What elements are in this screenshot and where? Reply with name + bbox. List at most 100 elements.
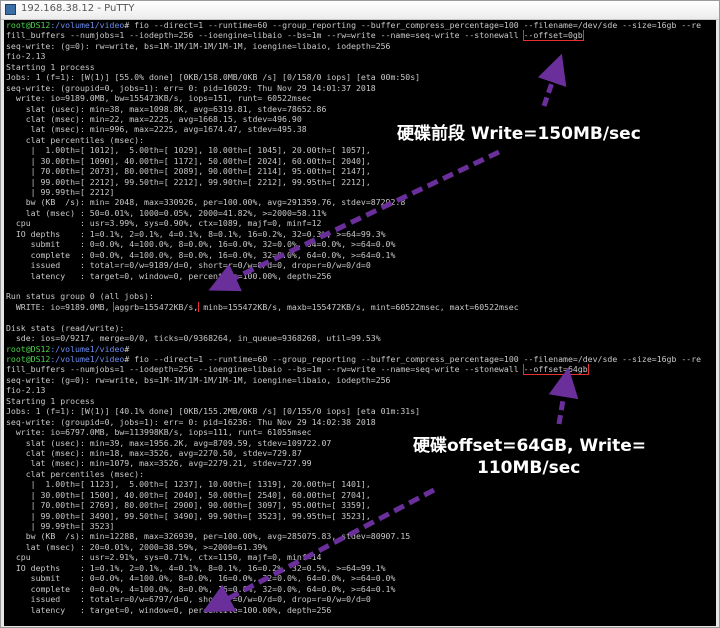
terminal-line: Starting 1 process bbox=[6, 396, 714, 406]
output-text: IO depths : 1=0.1%, 2=0.1%, 4=0.1%, 8=0.… bbox=[6, 228, 386, 239]
output-text: Disk stats (read/write): bbox=[6, 322, 125, 333]
terminal-line: | 99.00th=[ 2212], 99.50th=[ 2212], 99.9… bbox=[6, 177, 714, 187]
output-text: | 70.00th=[ 2073], 80.00th=[ 2089], 90.0… bbox=[6, 166, 371, 177]
terminal-line: root@DS12:/volume1/video# bbox=[6, 344, 714, 354]
annotation-front-write: 硬碟前段 Write=150MB/sec bbox=[397, 124, 641, 144]
terminal-line: write: io=9189.0MB, bw=155473KB/s, iops=… bbox=[6, 93, 714, 103]
terminal-line: | 99.00th=[ 3490], 99.50th=[ 3490], 99.9… bbox=[6, 511, 714, 521]
output-text: lat (msec) : 20=0.01%, 2000=38.59%, >=20… bbox=[6, 541, 268, 552]
title-bar[interactable]: 192.168.38.12 - PuTTY bbox=[1, 1, 719, 20]
output-text: lat (msec): min=1079, max=3526, avg=2279… bbox=[6, 458, 312, 469]
output-text: bw (KB /s): min= 2048, max=330926, per=1… bbox=[6, 197, 406, 208]
terminal-line: latency : target=0, window=0, percentile… bbox=[6, 605, 714, 615]
terminal-line: lat (msec) : 50=0.01%, 1000=0.05%, 2000=… bbox=[6, 208, 714, 218]
terminal-line: issued : total=r=0/w=9189/d=0, short=r=0… bbox=[6, 260, 714, 270]
terminal-line: submit : 0=0.0%, 4=100.0%, 8=0.0%, 16=0.… bbox=[6, 573, 714, 583]
output-text: cpu : usr=2.91%, sys=0.71%, ctx=1150, ma… bbox=[6, 552, 322, 563]
output-text: fio-2.13 bbox=[6, 51, 46, 62]
terminal-line: fio-2.13 bbox=[6, 385, 714, 395]
terminal-line: | 1.00th=[ 1123], 5.00th=[ 1237], 10.00t… bbox=[6, 479, 714, 489]
terminal-line: issued : total=r=0/w=6797/d=0, short=r=0… bbox=[6, 594, 714, 604]
terminal-line: slat (usec): min=38, max=1098.8K, avg=63… bbox=[6, 104, 714, 114]
output-text: seq-write: (groupid=0, jobs=1): err= 0: … bbox=[6, 416, 376, 427]
putty-app-icon bbox=[5, 4, 16, 15]
terminal-line: Starting 1 process bbox=[6, 62, 714, 72]
terminal-line: Jobs: 1 (f=1): [W(1)] [55.0% done] [0KB/… bbox=[6, 72, 714, 82]
prompt-user-host: root@DS12 bbox=[6, 354, 51, 364]
output-text: Jobs: 1 (f=1): [W(1)] [55.0% done] [0KB/… bbox=[6, 72, 421, 83]
output-text: | 30.00th=[ 1500], 40.00th=[ 2040], 50.0… bbox=[6, 489, 371, 500]
terminal-line: lat (msec): min=1079, max=3526, avg=2279… bbox=[6, 458, 714, 468]
prompt-path: :/volume1/video bbox=[50, 343, 125, 354]
annotation-offset-write-line1: 硬碟offset=64GB, Write= bbox=[413, 436, 646, 456]
output-text: | 99.99th=[ 2212] bbox=[6, 187, 115, 197]
output-text: clat percentiles (msec): bbox=[6, 134, 145, 145]
output-text: seq-write: (groupid=0, jobs=1): err= 0: … bbox=[6, 82, 376, 93]
terminal-line: lat (msec) : 20=0.01%, 2000=38.59%, >=20… bbox=[6, 542, 714, 552]
terminal-line: | 30.00th=[ 1090], 40.00th=[ 1172], 50.0… bbox=[6, 156, 714, 166]
terminal-line: | 30.00th=[ 1500], 40.00th=[ 2040], 50.0… bbox=[6, 490, 714, 500]
terminal-area[interactable]: root@DS12:/volume1/video# fio --direct=1… bbox=[4, 20, 716, 626]
output-text: lat (msec): min=996, max=2225, avg=1674.… bbox=[6, 124, 307, 135]
terminal-line: | 99.99th=[ 2212] bbox=[6, 187, 714, 197]
output-text: Run status group 0 (all jobs): bbox=[6, 291, 154, 302]
terminal-line: Disk stats (read/write): bbox=[6, 323, 714, 333]
terminal-output: root@DS12:/volume1/video# fio --direct=1… bbox=[6, 20, 714, 626]
prompt-path: :/volume1/video bbox=[50, 354, 125, 364]
terminal-line: IO depths : 1=0.1%, 2=0.1%, 4=0.1%, 8=0.… bbox=[6, 229, 714, 239]
output-text: clat (msec): min=18, max=3526, avg=2270.… bbox=[6, 447, 302, 458]
terminal-line: bw (KB /s): min=12288, max=326939, per=1… bbox=[6, 531, 714, 541]
output-text: latency : target=0, window=0, percentile… bbox=[6, 604, 332, 615]
output-text: | 99.00th=[ 3490], 99.50th=[ 3490], 99.9… bbox=[6, 510, 371, 521]
output-text: write: io=6797.0MB, bw=113998KB/s, iops=… bbox=[6, 427, 312, 438]
terminal-line: seq-write: (g=0): rw=write, bs=1M-1M/1M-… bbox=[6, 375, 714, 385]
terminal-line: root@DS12:/volume1/video# fio --direct=1… bbox=[6, 354, 714, 364]
terminal-line: cpu : usr=3.99%, sys=0.90%, ctx=1089, ma… bbox=[6, 218, 714, 228]
output-text: | 99.00th=[ 2212], 99.50th=[ 2212], 99.9… bbox=[6, 176, 371, 187]
output-text: IO depths : 1=0.1%, 2=0.1%, 4=0.1%, 8=0.… bbox=[6, 562, 386, 573]
terminal-line: sde: ios=0/9217, merge=0/0, ticks=0/9368… bbox=[6, 333, 714, 343]
command-text: # fio --direct=1 --runtime=60 --group_re… bbox=[124, 20, 702, 30]
terminal-line: root@DS12:/volume1/video# fio --direct=1… bbox=[6, 20, 714, 30]
output-text: fio-2.13 bbox=[6, 385, 46, 396]
terminal-line: Run status group 0 (all jobs): bbox=[6, 291, 714, 301]
terminal-line: WRITE: io=9189.0MB, aggrb=155472KB/s, mi… bbox=[6, 301, 714, 313]
terminal-line: cpu : usr=2.91%, sys=0.71%, ctx=1150, ma… bbox=[6, 552, 714, 562]
command-text: # bbox=[124, 343, 130, 354]
highlight-box: --offset=0gb bbox=[522, 30, 584, 41]
output-text: write: io=9189.0MB, bw=155473KB/s, iops=… bbox=[6, 93, 312, 104]
output-text: fill_buffers --numjobs=1 --iodepth=256 -… bbox=[6, 30, 524, 41]
output-text: slat (usec): min=38, max=1098.8K, avg=63… bbox=[6, 103, 327, 114]
output-text: | 30.00th=[ 1090], 40.00th=[ 1172], 50.0… bbox=[6, 155, 371, 166]
output-text: lat (msec) : 50=0.01%, 1000=0.05%, 2000=… bbox=[6, 207, 327, 218]
terminal-line: seq-write: (groupid=0, jobs=1): err= 0: … bbox=[6, 417, 714, 427]
output-text: complete : 0=0.0%, 4=100.0%, 8=0.0%, 16=… bbox=[6, 583, 396, 594]
terminal-line: fill_buffers --numjobs=1 --iodepth=256 -… bbox=[6, 30, 714, 41]
output-text: | 1.00th=[ 1123], 5.00th=[ 1237], 10.00t… bbox=[6, 479, 371, 490]
prompt-path: :/volume1/video bbox=[50, 20, 125, 30]
highlight-box: aggrb=155472KB/s, bbox=[113, 301, 200, 313]
output-text: | 70.00th=[ 2769], 80.00th=[ 2900], 90.0… bbox=[6, 500, 371, 511]
terminal-line: seq-write: (g=0): rw=write, bs=1M-1M/1M-… bbox=[6, 41, 714, 51]
output-text: submit : 0=0.0%, 4=100.0%, 8=0.0%, 16=0.… bbox=[6, 239, 396, 250]
output-text: submit : 0=0.0%, 4=100.0%, 8=0.0%, 16=0.… bbox=[6, 573, 396, 584]
output-text: WRITE: io=9189.0MB, bbox=[6, 301, 115, 312]
output-text: seq-write: (g=0): rw=write, bs=1M-1M/1M-… bbox=[6, 374, 391, 385]
output-text: sde: ios=0/9217, merge=0/0, ticks=0/9368… bbox=[6, 333, 381, 344]
terminal-line: complete : 0=0.0%, 4=100.0%, 8=0.0%, 16=… bbox=[6, 584, 714, 594]
output-text: fill_buffers --numjobs=1 --iodepth=256 -… bbox=[6, 364, 524, 375]
terminal-line: | 1.00th=[ 1012], 5.00th=[ 1029], 10.00t… bbox=[6, 145, 714, 155]
terminal-line: bw (KB /s): min= 2048, max=330926, per=1… bbox=[6, 197, 714, 207]
prompt-user-host: root@DS12 bbox=[6, 343, 51, 354]
annotation-offset-write-line2: 110MB/sec bbox=[477, 458, 581, 478]
window-title: 192.168.38.12 - PuTTY bbox=[21, 3, 135, 14]
terminal-line: clat percentiles (msec): bbox=[6, 469, 714, 479]
output-text: Starting 1 process bbox=[6, 61, 95, 72]
highlight-box: --offset=64gb bbox=[522, 364, 589, 375]
output-text: seq-write: (g=0): rw=write, bs=1M-1M/1M-… bbox=[6, 40, 391, 51]
terminal-line: | 70.00th=[ 2073], 80.00th=[ 2089], 90.0… bbox=[6, 166, 714, 176]
output-text: Jobs: 1 (f=1): [W(1)] [40.1% done] [0KB/… bbox=[6, 406, 421, 417]
prompt-user-host: root@DS12 bbox=[6, 20, 51, 30]
